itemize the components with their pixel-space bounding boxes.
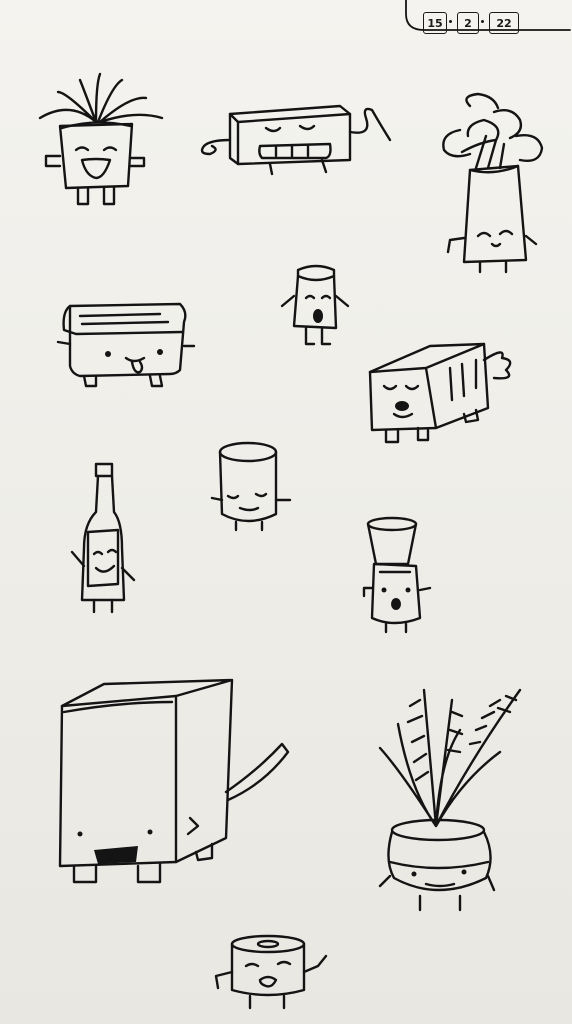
doodle-potted-plant xyxy=(38,72,164,206)
doodle-bottle xyxy=(70,462,136,614)
doodle-flower-vase xyxy=(442,92,544,274)
doodle-palm-pot xyxy=(378,688,522,912)
doodle-grinning-box xyxy=(200,104,392,176)
sketchbook-page: 15 2 22 xyxy=(0,0,572,1024)
doodle-grinder xyxy=(362,516,432,634)
doodles xyxy=(38,72,544,1010)
doodle-dog-box xyxy=(368,342,512,444)
doodle-tape-roll xyxy=(214,934,328,1010)
doodle-small-canister xyxy=(280,264,350,346)
doodle-cylinder xyxy=(210,441,292,532)
doodle-toaster xyxy=(56,302,196,388)
doodle-big-box xyxy=(58,678,290,884)
